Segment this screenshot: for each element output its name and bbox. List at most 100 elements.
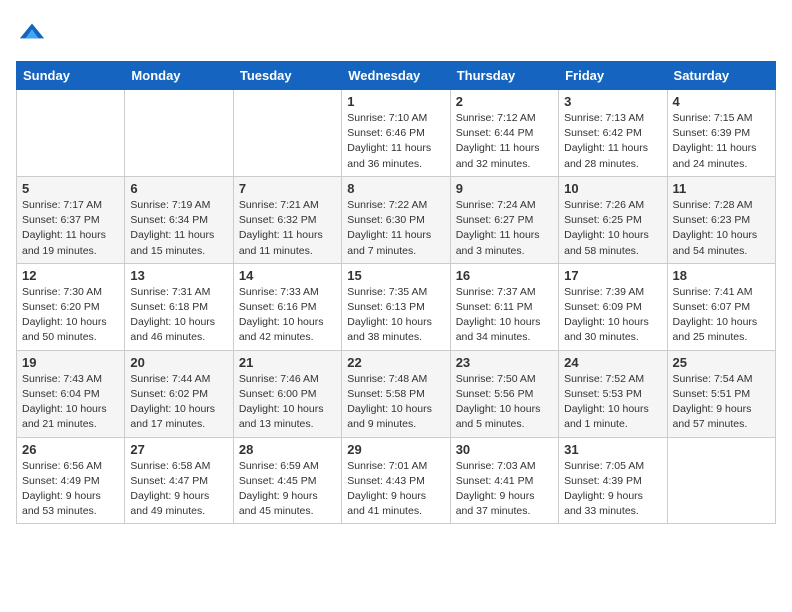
day-info: Sunrise: 7:24 AM Sunset: 6:27 PM Dayligh… — [456, 198, 553, 259]
calendar-cell — [125, 90, 233, 177]
day-number: 26 — [22, 442, 119, 457]
calendar-cell: 4Sunrise: 7:15 AM Sunset: 6:39 PM Daylig… — [667, 90, 775, 177]
day-info: Sunrise: 7:54 AM Sunset: 5:51 PM Dayligh… — [673, 372, 770, 433]
day-info: Sunrise: 7:19 AM Sunset: 6:34 PM Dayligh… — [130, 198, 227, 259]
weekday-header: Tuesday — [233, 62, 341, 90]
day-number: 24 — [564, 355, 661, 370]
calendar-cell: 8 Sunrise: 7:22 AM Sunset: 6:30 PM Daylig… — [342, 176, 450, 263]
day-info: Sunrise: 7:33 AM Sunset: 6:16 PM Dayligh… — [239, 285, 336, 346]
calendar-week-row: 12 Sunrise: 7:30 AM Sunset: 6:20 PM Dayli… — [17, 263, 776, 350]
day-info: Sunrise: 7:05 AM Sunset: 4:39 PM Dayligh… — [564, 459, 661, 520]
calendar-week-row: 26 Sunrise: 6:56 AM Sunset: 4:49 PM Dayli… — [17, 437, 776, 524]
calendar-cell — [17, 90, 125, 177]
calendar-cell: 13 Sunrise: 7:31 AM Sunset: 6:18 PM Dayli… — [125, 263, 233, 350]
day-info: Sunrise: 6:56 AM Sunset: 4:49 PM Dayligh… — [22, 459, 119, 520]
day-info: Sunrise: 6:58 AM Sunset: 4:47 PM Dayligh… — [130, 459, 227, 520]
day-number: 23 — [456, 355, 553, 370]
day-number: 19 — [22, 355, 119, 370]
day-number: 21 — [239, 355, 336, 370]
day-info: Sunrise: 7:22 AM Sunset: 6:30 PM Dayligh… — [347, 198, 444, 259]
day-info: Sunrise: 7:48 AM Sunset: 5:58 PM Dayligh… — [347, 372, 444, 433]
calendar-cell: 25Sunrise: 7:54 AM Sunset: 5:51 PM Dayli… — [667, 350, 775, 437]
calendar-cell: 18 Sunrise: 7:41 AM Sunset: 6:07 PM Dayli… — [667, 263, 775, 350]
calendar-week-row: 1Sunrise: 7:10 AM Sunset: 6:46 PM Daylig… — [17, 90, 776, 177]
calendar-cell: 27 Sunrise: 6:58 AM Sunset: 4:47 PM Dayli… — [125, 437, 233, 524]
day-info: Sunrise: 7:03 AM Sunset: 4:41 PM Dayligh… — [456, 459, 553, 520]
day-info: Sunrise: 7:26 AM Sunset: 6:25 PM Dayligh… — [564, 198, 661, 259]
calendar-cell: 2 Sunrise: 7:12 AM Sunset: 6:44 PM Daylig… — [450, 90, 558, 177]
calendar-cell: 16 Sunrise: 7:37 AM Sunset: 6:11 PM Dayli… — [450, 263, 558, 350]
day-number: 2 — [456, 94, 553, 109]
day-info: Sunrise: 7:46 AM Sunset: 6:00 PM Dayligh… — [239, 372, 336, 433]
day-number: 11 — [673, 181, 770, 196]
day-info: Sunrise: 7:01 AM Sunset: 4:43 PM Dayligh… — [347, 459, 444, 520]
day-info: Sunrise: 7:30 AM Sunset: 6:20 PM Dayligh… — [22, 285, 119, 346]
day-info: Sunrise: 7:12 AM Sunset: 6:44 PM Dayligh… — [456, 111, 553, 172]
day-number: 14 — [239, 268, 336, 283]
logo — [16, 16, 46, 49]
calendar-header-row: SundayMondayTuesdayWednesdayThursdayFrid… — [17, 62, 776, 90]
day-number: 5 — [22, 181, 119, 196]
day-number: 18 — [673, 268, 770, 283]
calendar-cell: 29Sunrise: 7:01 AM Sunset: 4:43 PM Dayli… — [342, 437, 450, 524]
calendar-cell: 17 Sunrise: 7:39 AM Sunset: 6:09 PM Dayli… — [559, 263, 667, 350]
weekday-header: Thursday — [450, 62, 558, 90]
day-number: 16 — [456, 268, 553, 283]
day-number: 12 — [22, 268, 119, 283]
weekday-header: Monday — [125, 62, 233, 90]
calendar-cell: 14 Sunrise: 7:33 AM Sunset: 6:16 PM Dayli… — [233, 263, 341, 350]
calendar-cell: 21 Sunrise: 7:46 AM Sunset: 6:00 PM Dayli… — [233, 350, 341, 437]
day-number: 6 — [130, 181, 227, 196]
day-number: 8 — [347, 181, 444, 196]
weekday-header: Wednesday — [342, 62, 450, 90]
calendar-cell: 24Sunrise: 7:52 AM Sunset: 5:53 PM Dayli… — [559, 350, 667, 437]
day-info: Sunrise: 7:44 AM Sunset: 6:02 PM Dayligh… — [130, 372, 227, 433]
calendar-cell: 20 Sunrise: 7:44 AM Sunset: 6:02 PM Dayli… — [125, 350, 233, 437]
day-info: Sunrise: 7:28 AM Sunset: 6:23 PM Dayligh… — [673, 198, 770, 259]
calendar-week-row: 19Sunrise: 7:43 AM Sunset: 6:04 PM Dayli… — [17, 350, 776, 437]
calendar-cell: 9 Sunrise: 7:24 AM Sunset: 6:27 PM Daylig… — [450, 176, 558, 263]
calendar-cell: 1Sunrise: 7:10 AM Sunset: 6:46 PM Daylig… — [342, 90, 450, 177]
calendar-cell: 5 Sunrise: 7:17 AM Sunset: 6:37 PM Daylig… — [17, 176, 125, 263]
day-info: Sunrise: 7:15 AM Sunset: 6:39 PM Dayligh… — [673, 111, 770, 172]
day-number: 10 — [564, 181, 661, 196]
weekday-header: Friday — [559, 62, 667, 90]
calendar-cell: 26 Sunrise: 6:56 AM Sunset: 4:49 PM Dayli… — [17, 437, 125, 524]
calendar-cell: 23 Sunrise: 7:50 AM Sunset: 5:56 PM Dayli… — [450, 350, 558, 437]
day-number: 9 — [456, 181, 553, 196]
day-info: Sunrise: 7:35 AM Sunset: 6:13 PM Dayligh… — [347, 285, 444, 346]
day-info: Sunrise: 7:39 AM Sunset: 6:09 PM Dayligh… — [564, 285, 661, 346]
day-number: 7 — [239, 181, 336, 196]
weekday-header: Sunday — [17, 62, 125, 90]
calendar-cell: 10 Sunrise: 7:26 AM Sunset: 6:25 PM Dayli… — [559, 176, 667, 263]
day-number: 30 — [456, 442, 553, 457]
day-info: Sunrise: 7:37 AM Sunset: 6:11 PM Dayligh… — [456, 285, 553, 346]
calendar-cell: 3Sunrise: 7:13 AM Sunset: 6:42 PM Daylig… — [559, 90, 667, 177]
day-number: 13 — [130, 268, 227, 283]
day-info: Sunrise: 7:41 AM Sunset: 6:07 PM Dayligh… — [673, 285, 770, 346]
calendar-cell — [667, 437, 775, 524]
day-info: Sunrise: 7:17 AM Sunset: 6:37 PM Dayligh… — [22, 198, 119, 259]
day-number: 27 — [130, 442, 227, 457]
calendar-week-row: 5 Sunrise: 7:17 AM Sunset: 6:37 PM Daylig… — [17, 176, 776, 263]
logo-icon — [18, 16, 46, 44]
day-info: Sunrise: 7:50 AM Sunset: 5:56 PM Dayligh… — [456, 372, 553, 433]
day-number: 28 — [239, 442, 336, 457]
day-info: Sunrise: 7:31 AM Sunset: 6:18 PM Dayligh… — [130, 285, 227, 346]
weekday-header: Saturday — [667, 62, 775, 90]
page-header — [16, 16, 776, 49]
day-number: 20 — [130, 355, 227, 370]
day-info: Sunrise: 7:10 AM Sunset: 6:46 PM Dayligh… — [347, 111, 444, 172]
calendar-cell: 12 Sunrise: 7:30 AM Sunset: 6:20 PM Dayli… — [17, 263, 125, 350]
day-number: 31 — [564, 442, 661, 457]
calendar-table: SundayMondayTuesdayWednesdayThursdayFrid… — [16, 61, 776, 524]
day-info: Sunrise: 7:21 AM Sunset: 6:32 PM Dayligh… — [239, 198, 336, 259]
calendar-cell: 19Sunrise: 7:43 AM Sunset: 6:04 PM Dayli… — [17, 350, 125, 437]
calendar-cell: 7 Sunrise: 7:21 AM Sunset: 6:32 PM Daylig… — [233, 176, 341, 263]
calendar-cell: 15 Sunrise: 7:35 AM Sunset: 6:13 PM Dayli… — [342, 263, 450, 350]
calendar-cell — [233, 90, 341, 177]
day-number: 17 — [564, 268, 661, 283]
calendar-cell: 11 Sunrise: 7:28 AM Sunset: 6:23 PM Dayli… — [667, 176, 775, 263]
calendar-cell: 30 Sunrise: 7:03 AM Sunset: 4:41 PM Dayli… — [450, 437, 558, 524]
day-number: 15 — [347, 268, 444, 283]
